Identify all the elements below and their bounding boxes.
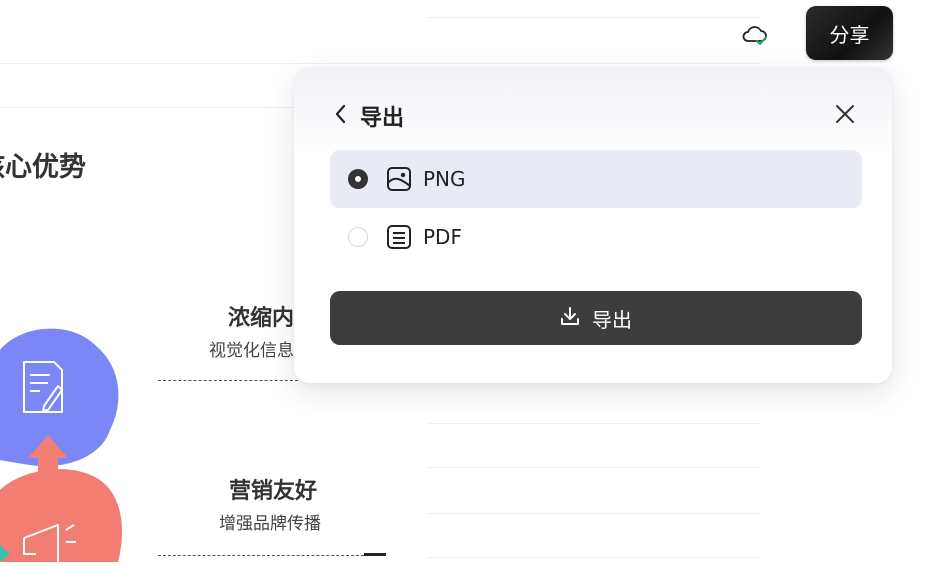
coral-blob-shape <box>0 469 123 562</box>
illustration <box>0 320 140 562</box>
export-button[interactable]: 导出 <box>330 291 862 345</box>
document-icon <box>386 224 412 250</box>
option-png[interactable]: PNG <box>330 150 862 208</box>
divider <box>427 467 760 468</box>
divider-end-mark <box>364 553 386 556</box>
feature-title: 营销友好 <box>229 479 318 504</box>
radio-unselected[interactable] <box>348 227 368 247</box>
cloud-check-icon[interactable] <box>740 20 770 48</box>
divider <box>427 17 760 18</box>
share-button[interactable]: 分享 <box>806 6 893 60</box>
option-pdf[interactable]: PDF <box>330 208 862 266</box>
divider <box>0 107 300 108</box>
back-chevron-icon[interactable] <box>332 103 350 125</box>
feature-subtitle: 增强品牌传播 <box>219 514 321 534</box>
panel-title: 导出 <box>360 106 405 131</box>
divider <box>427 513 760 514</box>
feature-title: 浓缩内 <box>228 306 295 331</box>
feature-subtitle: 视觉化信息 <box>209 341 294 361</box>
purple-blob-shape <box>0 328 119 467</box>
download-icon <box>560 306 580 331</box>
dashed-divider <box>158 380 298 381</box>
divider <box>427 557 760 558</box>
export-button-label: 导出 <box>592 307 632 332</box>
dashed-divider <box>158 555 364 556</box>
divider <box>0 63 760 64</box>
section-title: 核心优势 <box>0 152 86 183</box>
option-label: PNG <box>423 167 466 191</box>
image-icon <box>386 166 412 192</box>
close-icon[interactable] <box>834 103 856 125</box>
option-label: PDF <box>423 225 462 249</box>
divider <box>427 423 760 424</box>
export-panel: 导出 PNG PDF 导出 <box>294 67 892 383</box>
radio-selected[interactable] <box>348 169 368 189</box>
